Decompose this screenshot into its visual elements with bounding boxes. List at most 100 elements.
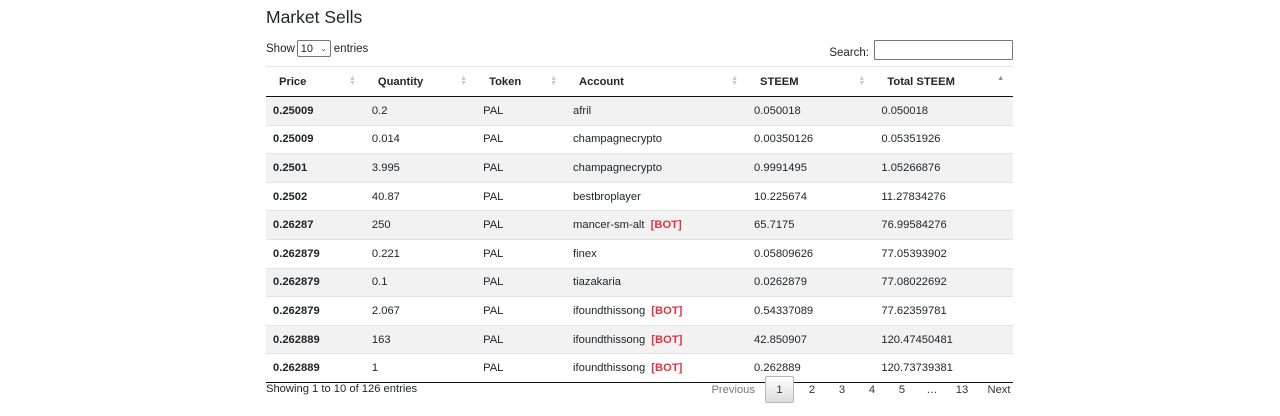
quantity-cell: 163 bbox=[364, 324, 477, 354]
token-cell-value: PAL bbox=[483, 362, 504, 375]
quantity-cell-value: 0.221 bbox=[371, 247, 400, 260]
quantity-cell: 250 bbox=[364, 210, 477, 240]
quantity-cell-value: 40.87 bbox=[371, 190, 400, 203]
chevron-down-icon: ⌄ bbox=[320, 44, 327, 53]
price-cell-value: 0.262879 bbox=[273, 304, 320, 317]
quantity-cell: 0.221 bbox=[364, 238, 477, 269]
page-button-3[interactable]: 3 bbox=[827, 376, 857, 403]
quantity-cell: 1 bbox=[364, 353, 477, 383]
price-cell: 0.262889 bbox=[266, 324, 365, 354]
column-header-quantity[interactable]: Quantity ▲ ▼ bbox=[364, 66, 477, 97]
pagination: Previous 1 2 3 4 5 … 13 Next bbox=[711, 376, 1013, 403]
price-cell-value: 0.2502 bbox=[273, 190, 308, 203]
steem-cell-value: 0.05809626 bbox=[754, 247, 814, 260]
column-header-price[interactable]: Price ▲ ▼ bbox=[266, 66, 365, 97]
page-button-5[interactable]: 5 bbox=[887, 376, 917, 403]
quantity-cell-value: 0.014 bbox=[371, 133, 400, 146]
quantity-cell: 0.2 bbox=[364, 96, 477, 126]
table-row: 0.262879 0.1 PAL tiazakaria 0.0262879 77.0802… bbox=[266, 267, 1013, 297]
column-header-label: Account bbox=[579, 75, 624, 88]
steem-cell-value: 0.54337089 bbox=[754, 304, 814, 317]
column-header-steem[interactable]: STEEM ▲ ▼ bbox=[747, 66, 875, 97]
token-cell: PAL bbox=[476, 96, 567, 126]
table-row: 0.25009 0.014 PAL champagnecrypto 0.00350126… bbox=[266, 124, 1013, 154]
price-cell: 0.25009 bbox=[266, 124, 365, 154]
price-cell: 0.26287 bbox=[266, 210, 365, 240]
account-cell-value: ifoundthissong bbox=[573, 333, 646, 346]
token-cell-value: PAL bbox=[483, 161, 504, 174]
token-cell-value: PAL bbox=[483, 247, 504, 260]
total-steem-cell: 77.62359781 bbox=[874, 296, 1013, 326]
token-cell: PAL bbox=[476, 124, 567, 154]
price-cell-value: 0.25009 bbox=[273, 104, 314, 117]
steem-cell-value: 0.050018 bbox=[754, 104, 801, 117]
price-cell-value: 0.262889 bbox=[273, 362, 320, 375]
total-steem-cell-value: 76.99584276 bbox=[881, 219, 947, 232]
token-cell: PAL bbox=[476, 210, 567, 240]
steem-cell-value: 65.7175 bbox=[754, 219, 795, 232]
account-cell: mancer-sm-alt [BOT] bbox=[566, 210, 748, 240]
token-cell-value: PAL bbox=[483, 219, 504, 232]
next-page-button[interactable]: Next bbox=[977, 376, 1013, 403]
table-header-row: Price ▲ ▼ Quantity ▲ ▼ Token ▲ ▼ Account ▲ ▼ STEEM ▲ ▼… bbox=[266, 66, 1013, 97]
account-cell: champagnecrypto bbox=[566, 124, 748, 154]
table-info: Showing 1 to 10 of 126 entries bbox=[266, 383, 418, 395]
entries-length-control: Show 10 ⌄ entries bbox=[266, 40, 368, 57]
account-cell: bestbroplayer bbox=[566, 181, 748, 211]
token-cell-value: PAL bbox=[483, 190, 504, 203]
page-title: Market Sells bbox=[266, 7, 363, 27]
token-cell-value: PAL bbox=[483, 133, 504, 146]
account-cell: champagnecrypto bbox=[566, 153, 748, 183]
token-cell: PAL bbox=[476, 296, 567, 326]
page-button-1[interactable]: 1 bbox=[765, 376, 794, 403]
bot-badge: [BOT] bbox=[647, 219, 682, 232]
steem-cell: 0.00350126 bbox=[747, 124, 875, 154]
page-button-2[interactable]: 2 bbox=[797, 376, 827, 403]
table-row: 0.2501 3.995 PAL champagnecrypto 0.9991495 1.… bbox=[266, 153, 1013, 183]
account-cell-value: bestbroplayer bbox=[573, 190, 641, 203]
sort-icon: ▲ ▼ bbox=[460, 75, 468, 87]
pagination-ellipsis: … bbox=[926, 383, 938, 396]
table-row: 0.262879 0.221 PAL finex 0.05809626 77.053939… bbox=[266, 238, 1013, 269]
table-row: 0.262889 163 PAL ifoundthissong [BOT] 42.850… bbox=[266, 324, 1013, 354]
total-steem-cell: 0.05351926 bbox=[874, 124, 1013, 154]
quantity-cell-value: 0.2 bbox=[371, 104, 388, 117]
account-cell-value: champagnecrypto bbox=[573, 133, 662, 146]
sort-icon: ▲ ▼ bbox=[731, 75, 739, 87]
page-button-13[interactable]: 13 bbox=[947, 376, 977, 403]
total-steem-cell-value: 77.08022692 bbox=[881, 276, 947, 289]
account-cell-value: ifoundthissong bbox=[573, 362, 646, 375]
price-cell: 0.262879 bbox=[266, 238, 365, 269]
entries-select[interactable]: 10 ⌄ bbox=[296, 40, 331, 57]
token-cell-value: PAL bbox=[483, 276, 504, 289]
column-header-token[interactable]: Token ▲ ▼ bbox=[476, 66, 567, 97]
market-sells-table: Price ▲ ▼ Quantity ▲ ▼ Token ▲ ▼ Account ▲ ▼ STEEM ▲ ▼… bbox=[266, 66, 1013, 383]
price-cell-value: 0.26287 bbox=[273, 219, 314, 232]
steem-cell: 0.05809626 bbox=[747, 238, 875, 269]
quantity-cell: 0.014 bbox=[364, 124, 477, 154]
quantity-cell: 3.995 bbox=[364, 153, 477, 183]
account-cell-value: champagnecrypto bbox=[573, 161, 662, 174]
previous-page-button[interactable]: Previous bbox=[711, 376, 765, 403]
steem-cell-value: 0.9991495 bbox=[754, 161, 807, 174]
table-body: 0.25009 0.2 PAL afril 0.050018 0.050018 0.2500… bbox=[266, 96, 1013, 383]
column-header-label: STEEM bbox=[760, 75, 799, 88]
quantity-cell-value: 250 bbox=[371, 219, 391, 232]
price-cell-value: 0.262879 bbox=[273, 276, 320, 289]
search-control: Search: bbox=[829, 40, 1013, 60]
bot-badge: [BOT] bbox=[648, 362, 683, 375]
search-input[interactable] bbox=[874, 40, 1013, 60]
column-header-account[interactable]: Account ▲ ▼ bbox=[566, 66, 748, 97]
page-button-4[interactable]: 4 bbox=[857, 376, 887, 403]
account-cell-value: mancer-sm-alt bbox=[573, 219, 645, 232]
steem-cell-value: 10.225674 bbox=[754, 190, 807, 203]
bot-badge: [BOT] bbox=[648, 304, 683, 317]
account-cell: afril bbox=[566, 96, 748, 126]
account-cell: tiazakaria bbox=[566, 267, 748, 297]
token-cell-value: PAL bbox=[483, 333, 504, 346]
column-header-total-steem[interactable]: Total STEEM ▲ bbox=[874, 66, 1013, 97]
steem-cell: 10.225674 bbox=[747, 181, 875, 211]
steem-cell-value: 0.262889 bbox=[754, 362, 801, 375]
steem-cell-value: 0.0262879 bbox=[754, 276, 807, 289]
total-steem-cell-value: 11.27834276 bbox=[881, 190, 946, 203]
